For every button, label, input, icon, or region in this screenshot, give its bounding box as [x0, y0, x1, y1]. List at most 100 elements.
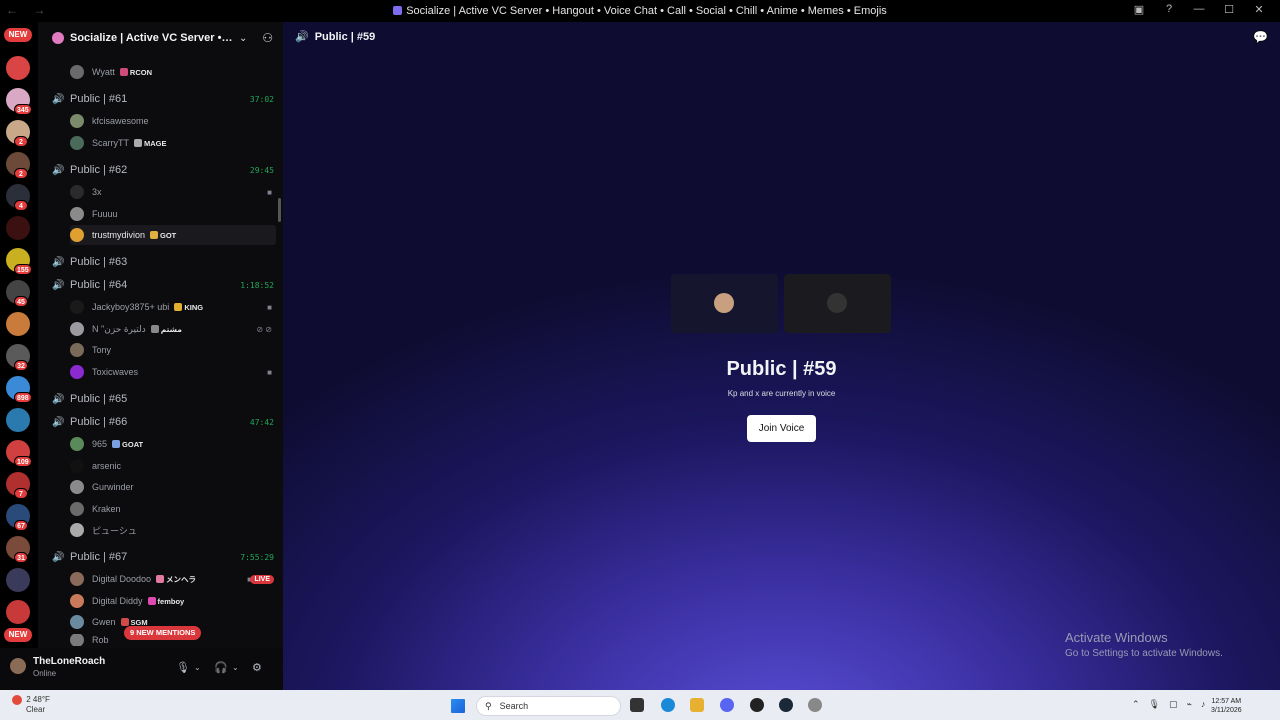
system-tray[interactable]: ⌃🎙▢⌁♪: [1132, 699, 1214, 710]
avatar: [714, 293, 734, 313]
current-username[interactable]: TheLoneRoach: [33, 656, 105, 667]
voice-channel[interactable]: 🔊 Public | #61 37:02: [52, 90, 274, 108]
avatar[interactable]: [10, 658, 26, 674]
server-icon[interactable]: [6, 600, 30, 624]
help-icon[interactable]: ?: [1154, 3, 1184, 16]
avatar: [70, 572, 84, 586]
new-badge-top[interactable]: NEW: [4, 28, 32, 42]
live-badge: LIVE: [250, 574, 274, 584]
voice-channel[interactable]: 🔊 Public | #63: [52, 253, 274, 271]
voice-user-name: Jackyboy3875+ ubi: [92, 302, 170, 312]
invite-people-icon[interactable]: ⚇: [262, 31, 273, 45]
weather-icon: [12, 695, 22, 705]
taskbar-search[interactable]: ⚲ Search: [476, 696, 621, 716]
voice-user[interactable]: kfcisawesome: [70, 111, 276, 131]
avatar: [827, 293, 847, 313]
voice-user[interactable]: Toxicwaves ■: [70, 362, 276, 382]
server-icon[interactable]: [6, 408, 30, 432]
new-mentions-pill[interactable]: 9 NEW MENTIONS: [124, 626, 202, 640]
server-icon[interactable]: [6, 568, 30, 592]
maximize-button[interactable]: ☐: [1214, 3, 1244, 16]
task-view-icon[interactable]: [630, 698, 644, 712]
voice-user[interactable]: arsenic: [70, 456, 276, 476]
user-tag: GOAT: [112, 439, 143, 449]
voice-user[interactable]: ピューシュ: [70, 520, 276, 540]
participant-tile[interactable]: [784, 274, 891, 333]
unread-count-badge: 7: [14, 488, 28, 499]
user-tag-text: femboy: [157, 596, 185, 606]
unread-count-badge: 109: [14, 456, 32, 467]
voice-user-name: Gurwinder: [92, 482, 134, 492]
unread-count-badge: 67: [14, 520, 28, 531]
avatar: [70, 523, 84, 537]
discord-icon[interactable]: [720, 698, 734, 712]
voice-channel[interactable]: 🔊 Public | #66 47:42: [52, 413, 274, 431]
voice-user[interactable]: Gurwinder: [70, 477, 276, 497]
minimize-button[interactable]: —: [1184, 3, 1214, 16]
microphone-icon[interactable]: 🎙: [176, 661, 190, 674]
unread-count-badge: 2: [14, 136, 28, 147]
chevron-down-icon[interactable]: ⌄: [194, 663, 201, 672]
server-header[interactable]: Socialize | Active VC Server • Han... ⌄ …: [38, 22, 283, 54]
avatar: [70, 343, 84, 357]
server-rail: NEW 345 2 2 4 155 45 32 898 109 7 67 31 …: [0, 22, 38, 690]
voice-user[interactable]: ScarryTT MAGE: [70, 133, 276, 153]
window-controls: ▣ ? — ☐ ✕: [1124, 3, 1274, 16]
camera-icon: ■: [267, 367, 272, 377]
gear-icon[interactable]: ⚙: [252, 661, 262, 674]
windows-taskbar: 2 48°F Clear ⚲ Search ⌃🎙▢⌁♪ 12:57 AM 3/1…: [0, 690, 1280, 720]
voice-user[interactable]: Fuuuu: [70, 204, 276, 224]
voice-user[interactable]: Kraken: [70, 499, 276, 519]
server-icon[interactable]: [6, 312, 30, 336]
chevron-down-icon[interactable]: ⌄: [239, 33, 247, 44]
speaker-icon: 🔊: [52, 393, 65, 405]
taskbar-clock[interactable]: 12:57 AM 3/11/2026: [1211, 697, 1242, 715]
voice-user[interactable]: Digital Doodoo メンヘラ ■ LIVE: [70, 569, 276, 589]
avatar: [70, 615, 84, 629]
voice-channel[interactable]: 🔊 Public | #65: [52, 390, 274, 408]
voice-user[interactable]: Jackyboy3875+ ubi KING ■: [70, 297, 276, 317]
current-user-status: Online: [33, 669, 57, 678]
new-badge-bottom[interactable]: NEW: [4, 628, 32, 642]
avatar: [70, 502, 84, 516]
user-tag-text: مشتم: [160, 324, 182, 334]
start-button[interactable]: [451, 699, 465, 713]
channel-name: Public | #63: [70, 256, 128, 268]
activate-windows-watermark: Activate Windows Go to Settings to activ…: [1065, 630, 1223, 659]
close-button[interactable]: ✕: [1244, 3, 1274, 16]
steam-icon[interactable]: [779, 698, 793, 712]
chevron-down-icon[interactable]: ⌄: [232, 663, 239, 672]
voice-user[interactable]: Wyatt RCON: [70, 62, 276, 82]
avatar: [70, 634, 84, 646]
inbox-icon[interactable]: ▣: [1124, 3, 1154, 16]
sidebar-scrollbar[interactable]: [278, 198, 281, 222]
voice-channel[interactable]: 🔊 Public | #67 7:55:29: [52, 548, 274, 566]
voice-user[interactable]: N "دلتيرة حزن مشتم ⊘ ⊘: [70, 319, 276, 339]
join-voice-button[interactable]: Join Voice: [747, 415, 816, 442]
voice-user[interactable]: 965 GOAT: [70, 434, 276, 454]
speaker-icon: 🔊: [52, 551, 65, 563]
participant-tile[interactable]: [671, 274, 778, 333]
channel-sidebar: Socialize | Active VC Server • Han... ⌄ …: [38, 22, 283, 690]
voice-user[interactable]: Tony: [70, 340, 276, 360]
file-explorer-icon[interactable]: [690, 698, 704, 712]
edge-icon[interactable]: [661, 698, 675, 712]
voice-channel[interactable]: 🔊 Public | #64 1:18:52: [52, 276, 274, 294]
clock-time: 12:57 AM: [1211, 698, 1242, 705]
voice-channel[interactable]: 🔊 Public | #62 29:45: [52, 161, 274, 179]
headphones-icon[interactable]: 🎧: [214, 661, 228, 674]
unread-count-badge: 32: [14, 360, 28, 371]
server-icon[interactable]: [6, 216, 30, 240]
voice-user-name: Digital Diddy: [92, 596, 143, 606]
settings-icon[interactable]: [808, 698, 822, 712]
weather-widget[interactable]: 2 48°F Clear: [12, 695, 50, 715]
voice-user[interactable]: Digital Diddy femboy: [70, 591, 276, 611]
server-icon[interactable]: [6, 56, 30, 80]
voice-user[interactable]: 3x ■: [70, 182, 276, 202]
obs-icon[interactable]: [750, 698, 764, 712]
chat-bubble-icon[interactable]: 💬: [1253, 30, 1268, 44]
voice-user[interactable]: trustmydivion GOT: [70, 225, 276, 245]
muted-deafened-icon: ⊘ ⊘: [256, 324, 272, 334]
avatar: [70, 136, 84, 150]
channel-timer: 37:02: [249, 94, 274, 104]
